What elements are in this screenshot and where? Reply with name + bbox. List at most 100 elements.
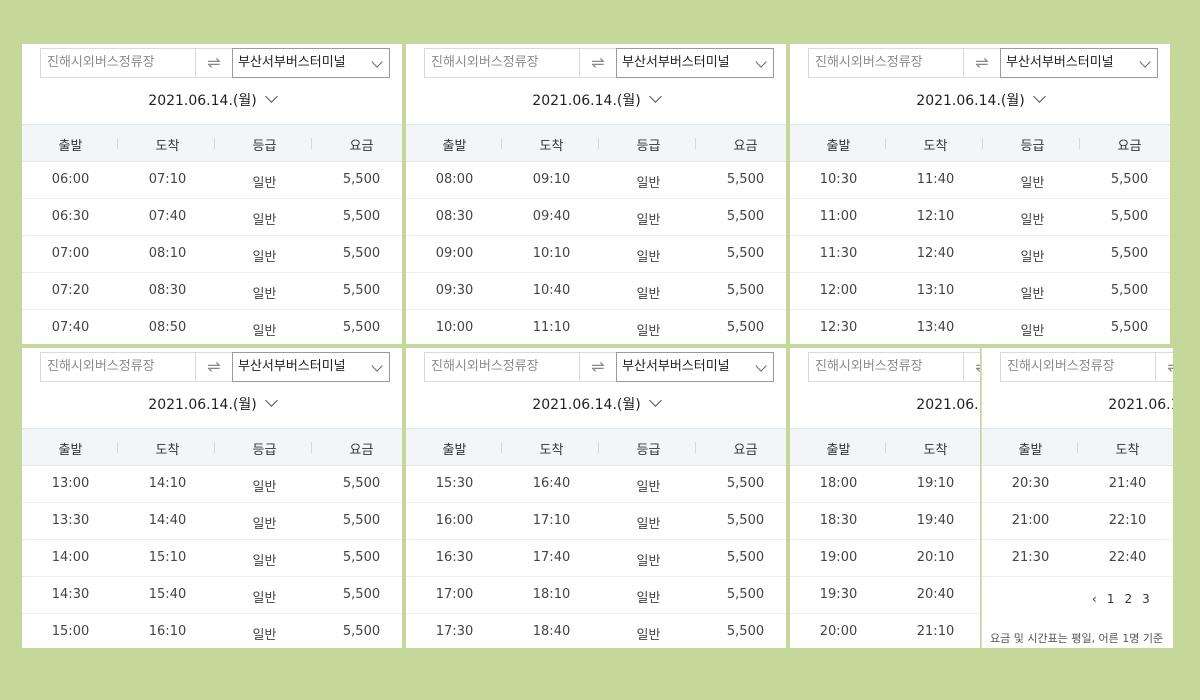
column-divider: [885, 442, 886, 453]
bus-class: 일반: [1020, 176, 1045, 191]
table-row[interactable]: 14:00 15:10 일반 5,500: [22, 540, 402, 577]
table-row[interactable]: 17:30 18:40 일반 5,500: [406, 614, 786, 648]
date-selector[interactable]: 2021.06.14.(월): [982, 394, 1173, 414]
swap-icon[interactable]: ⇌: [196, 352, 232, 382]
departure-input[interactable]: 진해시외버스정류장: [424, 48, 580, 78]
table-row[interactable]: 20:00 21:10: [790, 614, 980, 648]
departure-input[interactable]: 진해시외버스정류장: [808, 48, 964, 78]
departure-input[interactable]: 진해시외버스정류장: [808, 352, 964, 382]
date-selector[interactable]: 2021.06.14.(월): [406, 90, 786, 110]
table-row[interactable]: 20:30 21:40: [982, 466, 1173, 503]
fare: 5,500: [342, 587, 381, 602]
arrival-time: 17:10: [532, 513, 571, 528]
departure-input[interactable]: 진해시외버스정류장: [40, 352, 196, 382]
arrival-select[interactable]: 부산서부버스터미널: [1000, 48, 1158, 78]
table-row[interactable]: 18:00 19:10: [790, 466, 980, 503]
column-divider: [982, 138, 983, 149]
table-row[interactable]: 10:30 11:40 일반 5,500: [790, 162, 1170, 199]
arrival-select-value: 부산서부버스터미널: [238, 359, 346, 374]
table-row[interactable]: 16:30 17:40 일반 5,500: [406, 540, 786, 577]
swap-icon[interactable]: ⇌: [580, 48, 616, 78]
fare: 5,500: [726, 283, 765, 298]
column-header: 출발: [58, 443, 83, 458]
table-row[interactable]: 06:00 07:10 일반 5,500: [22, 162, 402, 199]
table-row[interactable]: 15:30 16:40 일반 5,500: [406, 466, 786, 503]
table-row[interactable]: 13:00 14:10 일반 5,500: [22, 466, 402, 503]
fare: 5,500: [342, 624, 381, 639]
departure-time: 10:00: [435, 320, 474, 335]
table-row[interactable]: 09:00 10:10 일반 5,500: [406, 236, 786, 273]
bus-class: 일반: [636, 517, 661, 532]
arrival-time: 11:10: [532, 320, 571, 335]
arrival-select-value: 부산서부버스터미널: [622, 55, 730, 70]
table-row[interactable]: 08:30 09:40 일반 5,500: [406, 199, 786, 236]
arrival-time: 08:30: [148, 283, 187, 298]
swap-icon[interactable]: ⇌: [580, 352, 616, 382]
table-row[interactable]: 11:00 12:10 일반 5,500: [790, 199, 1170, 236]
table-row[interactable]: 19:00 20:10: [790, 540, 980, 577]
table-row[interactable]: 07:00 08:10 일반 5,500: [22, 236, 402, 273]
date-selector[interactable]: 2021.06.14.(월): [22, 394, 402, 414]
departure-time: 17:30: [435, 624, 474, 639]
date-label: 2021.06.14.(월): [916, 93, 1025, 109]
table-row[interactable]: 18:30 19:40: [790, 503, 980, 540]
table-row[interactable]: 16:00 17:10 일반 5,500: [406, 503, 786, 540]
bus-class: 일반: [636, 176, 661, 191]
column-header: 도착: [923, 139, 948, 154]
departure-time: 08:00: [435, 172, 474, 187]
date-selector[interactable]: 2021.06.14.(월): [406, 394, 786, 414]
table-row[interactable]: 10:00 11:10 일반 5,500: [406, 310, 786, 344]
column-divider: [214, 442, 215, 453]
departure-input[interactable]: 진해시외버스정류장: [424, 352, 580, 382]
swap-icon[interactable]: ⇌: [964, 48, 1000, 78]
table-row[interactable]: 11:30 12:40 일반 5,500: [790, 236, 1170, 273]
departure-time: 07:00: [51, 246, 90, 261]
table-row[interactable]: 21:00 22:10: [982, 503, 1173, 540]
chevron-down-icon: [371, 56, 383, 68]
table-row[interactable]: 07:40 08:50 일반 5,500: [22, 310, 402, 344]
table-row[interactable]: 12:00 13:10 일반 5,500: [790, 273, 1170, 310]
arrival-select[interactable]: 부산서부버스터미널: [616, 48, 774, 78]
swap-icon[interactable]: ⇌: [1156, 352, 1173, 382]
table-row[interactable]: 15:00 16:10 일반 5,500: [22, 614, 402, 648]
page-number[interactable]: 1: [1107, 592, 1115, 606]
arrival-time: 19:10: [916, 476, 955, 491]
departure-time: 14:30: [51, 587, 90, 602]
departure-input[interactable]: 진해시외버스정류장: [1000, 352, 1156, 382]
chevron-down-icon: [264, 90, 278, 103]
table-row[interactable]: 14:30 15:40 일반 5,500: [22, 577, 402, 614]
table-row[interactable]: 07:20 08:30 일반 5,500: [22, 273, 402, 310]
page-number[interactable]: 3: [1142, 592, 1150, 606]
fare: 5,500: [342, 209, 381, 224]
date-selector[interactable]: 2021.06.14.(월): [790, 90, 1170, 110]
prev-page-icon[interactable]: ‹: [1092, 592, 1097, 606]
column-header: 출발: [826, 443, 851, 458]
fare: 5,500: [1110, 209, 1149, 224]
table-row[interactable]: 21:30 22:40: [982, 540, 1173, 577]
table-row[interactable]: 17:00 18:10 일반 5,500: [406, 577, 786, 614]
column-header: 도착: [155, 139, 180, 154]
arrival-select[interactable]: 부산서부버스터미널: [232, 48, 390, 78]
page-number[interactable]: 2: [1124, 592, 1132, 606]
table-row[interactable]: 08:00 09:10 일반 5,500: [406, 162, 786, 199]
bus-class: 일반: [252, 324, 277, 339]
date-selector[interactable]: 2021.06.14.(월): [22, 90, 402, 110]
departure-input[interactable]: 진해시외버스정류장: [40, 48, 196, 78]
swap-icon[interactable]: ⇌: [196, 48, 232, 78]
table-row[interactable]: 09:30 10:40 일반 5,500: [406, 273, 786, 310]
arrival-time: 21:40: [1108, 476, 1147, 491]
table-header: 출발 도착 등급 요금: [406, 124, 786, 162]
arrival-select[interactable]: 부산서부버스터미널: [232, 352, 390, 382]
departure-time: 20:30: [1011, 476, 1050, 491]
date-selector[interactable]: 2021.06.14.(월): [790, 394, 980, 414]
table-row[interactable]: 13:30 14:40 일반 5,500: [22, 503, 402, 540]
departure-time: 20:00: [819, 624, 858, 639]
table-row[interactable]: 06:30 07:40 일반 5,500: [22, 199, 402, 236]
date-label: 2021.06.14.(월): [148, 397, 257, 413]
timetable-panel: 진해시외버스정류장⇌ 부산서부버스터미널 2021.06.14.(월) 출발 도착 등급 요…: [406, 348, 786, 648]
arrival-select[interactable]: 부산서부버스터미널: [616, 352, 774, 382]
table-row[interactable]: 19:30 20:40: [790, 577, 980, 614]
table-row[interactable]: 12:30 13:40 일반 5,500: [790, 310, 1170, 344]
swap-icon[interactable]: ⇌: [964, 352, 980, 382]
column-divider: [311, 442, 312, 453]
